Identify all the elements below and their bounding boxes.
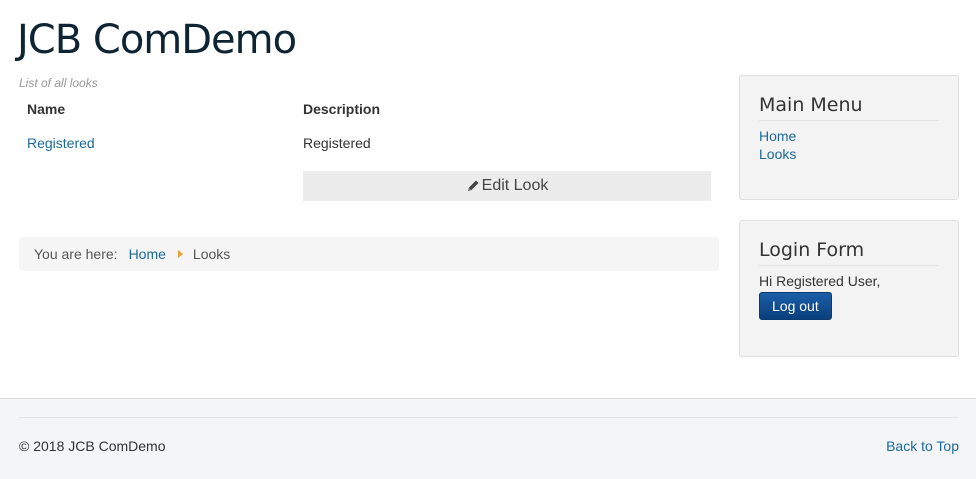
- look-name-link[interactable]: Registered: [27, 135, 95, 151]
- breadcrumb-separator-icon: [177, 250, 183, 258]
- login-form-module: Login Form Hi Registered User, Log out: [739, 220, 959, 357]
- pencil-icon: [467, 180, 479, 191]
- footer-divider: [19, 417, 959, 418]
- page-subtitle: List of all looks: [19, 76, 98, 90]
- main-menu-module: Main Menu Home Looks: [739, 75, 959, 200]
- login-form-title: Login Form: [759, 239, 939, 266]
- breadcrumb-label: You are here:: [34, 246, 118, 262]
- menu-item-looks[interactable]: Looks: [759, 145, 939, 163]
- look-description: Registered: [303, 135, 371, 151]
- breadcrumb-home-link[interactable]: Home: [129, 246, 166, 262]
- breadcrumb-current: Looks: [192, 246, 231, 262]
- main-menu-title: Main Menu: [759, 94, 939, 121]
- breadcrumb: You are here: Home Looks: [19, 237, 719, 271]
- site-title[interactable]: JCB ComDemo: [17, 14, 297, 66]
- menu-item-home[interactable]: Home: [759, 127, 939, 145]
- back-to-top-link[interactable]: Back to Top: [886, 438, 959, 454]
- logout-button[interactable]: Log out: [759, 292, 832, 320]
- login-greeting: Hi Registered User,: [759, 273, 881, 289]
- edit-look-button[interactable]: Edit Look: [303, 171, 711, 201]
- edit-look-label: Edit Look: [481, 177, 549, 194]
- table-header-name: Name: [27, 101, 66, 117]
- footer: © 2018 JCB ComDemo Back to Top: [0, 398, 976, 479]
- footer-copyright: © 2018 JCB ComDemo: [19, 438, 166, 454]
- table-header-description: Description: [303, 101, 381, 117]
